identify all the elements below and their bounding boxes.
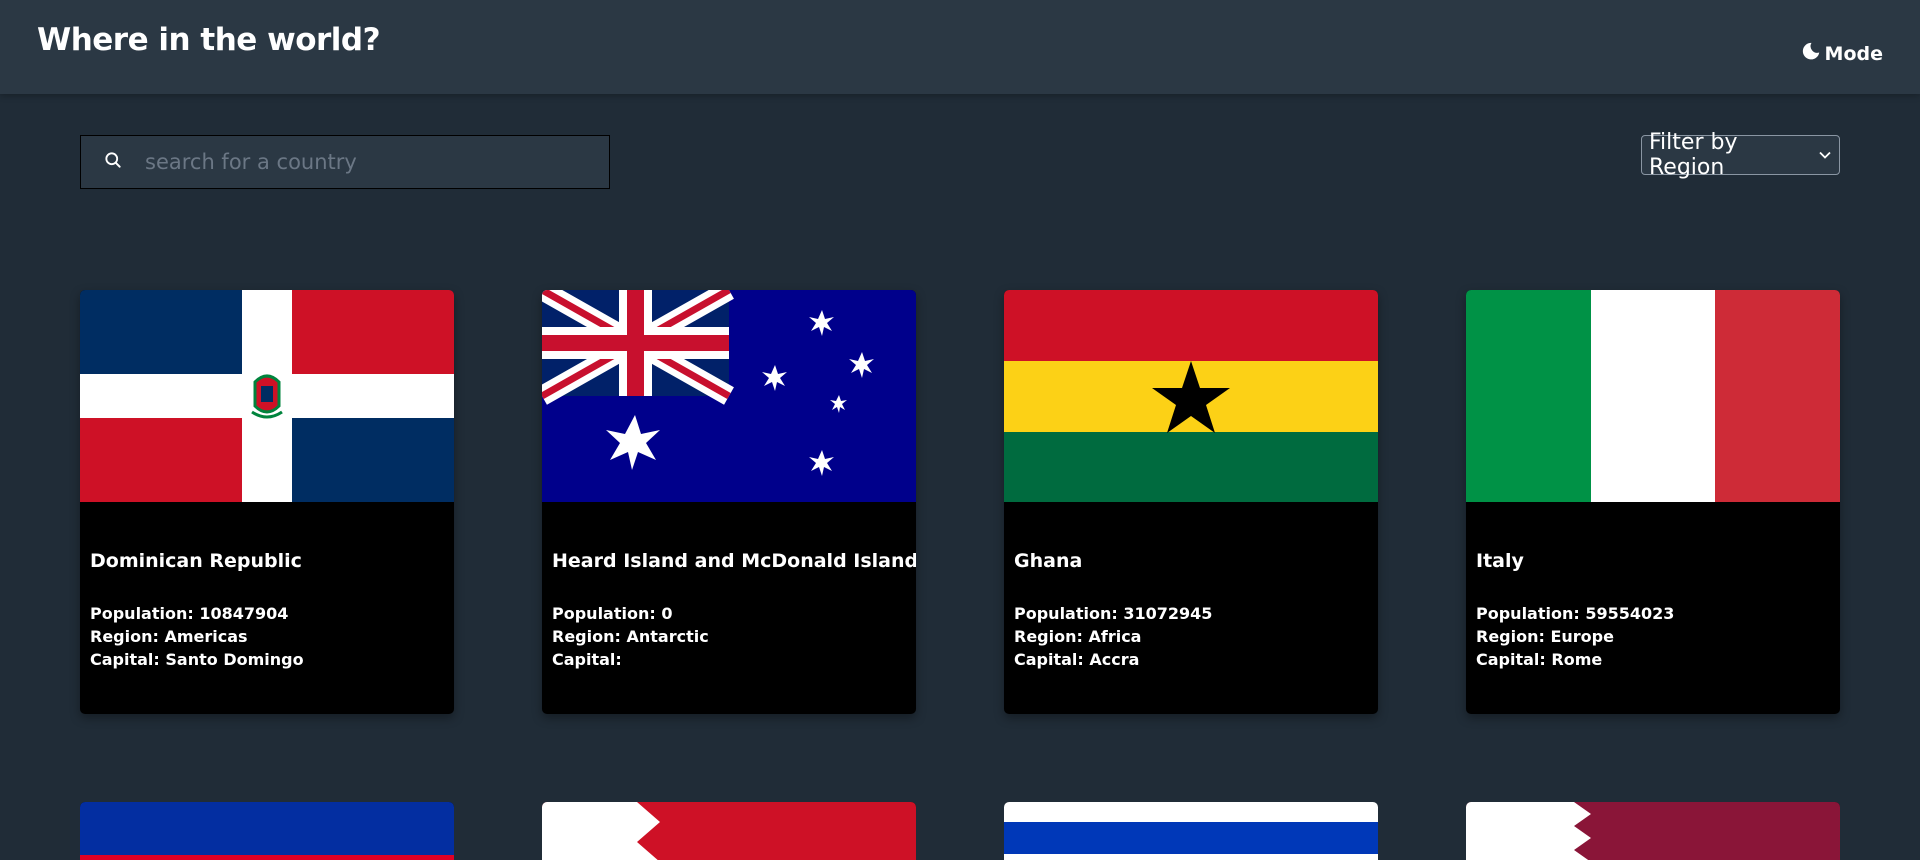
region-label: Region:	[552, 627, 621, 646]
italy-flag	[1466, 290, 1840, 502]
population-value: 10847904	[199, 604, 289, 623]
region-row: Region: Europe	[1476, 625, 1830, 648]
population-label: Population:	[552, 604, 656, 623]
country-flag	[1466, 802, 1840, 860]
capital-label: Capital:	[90, 650, 160, 669]
search-icon	[81, 150, 145, 174]
population-label: Population:	[1014, 604, 1118, 623]
capital-row: Capital: Santo Domingo	[90, 648, 444, 671]
country-flag	[1004, 802, 1378, 860]
country-name: Italy	[1476, 550, 1524, 572]
country-name: Dominican Republic	[90, 550, 302, 572]
country-card[interactable]: Italy Population: 59554023 Region: Europ…	[1466, 290, 1840, 714]
dominican-republic-flag	[80, 290, 454, 502]
capital-row: Capital:	[552, 648, 906, 671]
site-header: Where in the world? Mode	[0, 0, 1920, 94]
capital-label: Capital:	[1014, 650, 1084, 669]
capital-row: Capital: Accra	[1014, 648, 1368, 671]
country-card[interactable]	[1004, 802, 1378, 860]
search-box[interactable]	[80, 135, 610, 189]
population-label: Population:	[1476, 604, 1580, 623]
capital-row: Capital: Rome	[1476, 648, 1830, 671]
country-card[interactable]	[80, 802, 454, 860]
site-title: Where in the world?	[37, 22, 381, 58]
mode-label: Mode	[1824, 42, 1883, 65]
capital-value: Accra	[1089, 650, 1140, 669]
population-value: 59554023	[1585, 604, 1675, 623]
search-input[interactable]	[145, 150, 609, 174]
capital-label: Capital:	[552, 650, 622, 669]
country-card[interactable]: Heard Island and McDonald Islands Popula…	[542, 290, 916, 714]
region-label: Region:	[90, 627, 159, 646]
population-value: 31072945	[1123, 604, 1213, 623]
heard-island-flag	[542, 290, 916, 502]
region-row: Region: Antarctic	[552, 625, 906, 648]
region-value: Antarctic	[626, 627, 709, 646]
population-label: Population:	[90, 604, 194, 623]
mode-toggle-button[interactable]: Mode	[1800, 40, 1883, 67]
region-filter-select[interactable]: Filter by Region	[1641, 130, 1840, 180]
capital-label: Capital:	[1476, 650, 1546, 669]
ghana-flag	[1004, 290, 1378, 502]
region-value: Europe	[1550, 627, 1614, 646]
population-value: 0	[661, 604, 673, 623]
moon-icon	[1800, 40, 1822, 67]
country-name: Heard Island and McDonald Islands	[552, 550, 916, 572]
population-row: Population: 0	[552, 602, 906, 625]
capital-value: Rome	[1551, 650, 1603, 669]
country-name: Ghana	[1014, 550, 1083, 572]
region-value: Africa	[1088, 627, 1142, 646]
region-filter-label: Filter by Region	[1649, 130, 1738, 180]
population-row: Population: 10847904	[90, 602, 444, 625]
country-card[interactable]: Ghana Population: 31072945 Region: Afric…	[1004, 290, 1378, 714]
region-value: Americas	[164, 627, 248, 646]
country-flag	[542, 802, 916, 860]
country-card[interactable]	[542, 802, 916, 860]
country-card[interactable]	[1466, 802, 1840, 860]
region-row: Region: Africa	[1014, 625, 1368, 648]
population-row: Population: 59554023	[1476, 602, 1830, 625]
chevron-down-icon	[1818, 143, 1832, 168]
country-flag	[80, 802, 454, 860]
country-card[interactable]: Dominican Republic Population: 10847904 …	[80, 290, 454, 714]
population-row: Population: 31072945	[1014, 602, 1368, 625]
region-label: Region:	[1476, 627, 1545, 646]
capital-value: Santo Domingo	[165, 650, 304, 669]
region-row: Region: Americas	[90, 625, 444, 648]
region-label: Region:	[1014, 627, 1083, 646]
